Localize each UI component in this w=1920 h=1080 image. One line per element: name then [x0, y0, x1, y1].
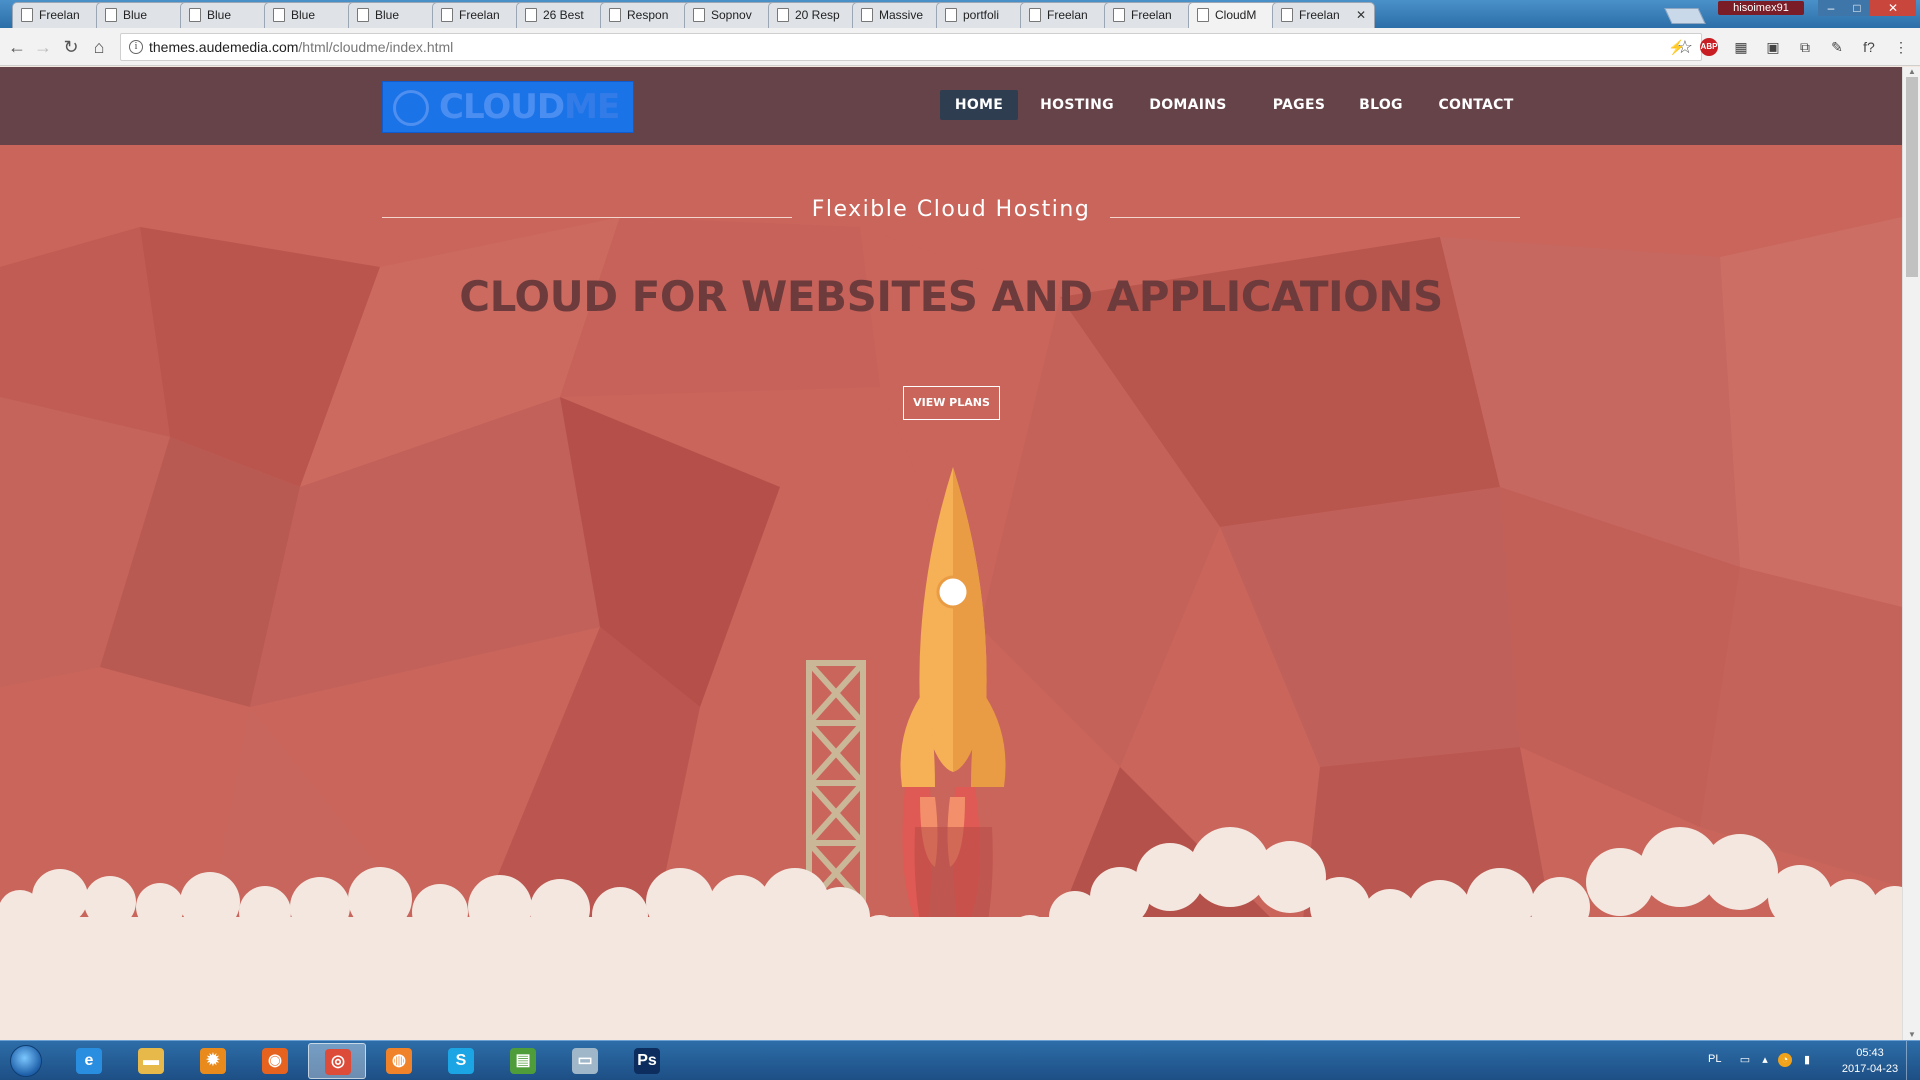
tab-title: Blue [123, 8, 148, 22]
taskbar-app[interactable]: ▬ [122, 1043, 180, 1079]
tab-title: Massive [879, 8, 924, 22]
rocket-body [900, 467, 1006, 787]
camera-extension-icon[interactable]: ▣ [1764, 38, 1782, 56]
tab-title: Blue [375, 8, 400, 22]
window-minimize-button[interactable]: – [1818, 0, 1844, 16]
clock[interactable]: 05:43 2017-04-23 [1830, 1045, 1910, 1077]
page-favicon-icon [1113, 8, 1125, 22]
window-maximize-button[interactable]: □ [1844, 0, 1870, 16]
back-button[interactable]: ← [6, 36, 28, 58]
taskbar-app[interactable]: ◎ [308, 1043, 366, 1079]
page-favicon-icon [693, 8, 705, 22]
chrome-icon: ◎ [325, 1049, 351, 1075]
file-explorer-icon: ▬ [138, 1048, 164, 1074]
adblock-icon[interactable]: ABP [1700, 38, 1718, 56]
chart-app-icon: ▤ [510, 1048, 536, 1074]
tab-title: Freelan [459, 8, 500, 22]
taskbar-app[interactable]: e [60, 1043, 118, 1079]
taskbar-app[interactable]: ◉ [246, 1043, 304, 1079]
internet-explorer-icon: e [76, 1048, 102, 1074]
page-favicon-icon [1029, 8, 1041, 22]
grid-extension-icon[interactable]: ▦ [1732, 38, 1750, 56]
url-path: /html/cloudme/index.html [298, 39, 454, 55]
page-favicon-icon [945, 8, 957, 22]
keyboard-icon[interactable]: ▭ [1738, 1053, 1752, 1067]
pen-extension-icon[interactable]: ✎ [1828, 38, 1846, 56]
taskbar-app[interactable]: ✹ [184, 1043, 242, 1079]
skype-icon: S [448, 1048, 474, 1074]
tab-title: Sopnov [711, 8, 752, 22]
settings-gear-app-icon: ✹ [200, 1048, 226, 1074]
windows-taskbar: e ▬ ✹ ◉ ◎ ◍ S ▤ ▭ Ps PL ▭ ▴ ◔ ▮ 05:43 2017-04-23 [0, 1040, 1920, 1080]
tab-title: 20 Resp [795, 8, 840, 22]
browser-profile-badge[interactable]: hisoimex91 [1718, 1, 1804, 15]
notes-app-icon: ▭ [572, 1048, 598, 1074]
tab-title: Blue [291, 8, 316, 22]
browser-tab[interactable]: Freelan ✕ [1272, 2, 1375, 28]
browser-toolbar: ← → ↻ ⌂ i themes.audemedia.com/html/clou… [0, 28, 1920, 66]
show-desktop-button[interactable] [1906, 1041, 1920, 1080]
tab-title: Respon [627, 8, 669, 22]
network-signal-icon[interactable]: ▮ [1800, 1053, 1814, 1067]
tab-title: Freelan [1047, 8, 1088, 22]
tab-title: portfoli [963, 8, 1000, 22]
page-favicon-icon [273, 8, 285, 22]
start-button[interactable] [4, 1043, 48, 1079]
page-favicon-icon [525, 8, 537, 22]
windows-start-orb-icon [10, 1045, 42, 1077]
tab-title: 26 Best [543, 8, 584, 22]
scrollbar-thumb[interactable] [1906, 77, 1918, 277]
bolt-icon[interactable]: ⚡ [1668, 38, 1686, 56]
tab-title: Freelan [1131, 8, 1172, 22]
update-icon[interactable]: ◔ [1778, 1053, 1792, 1067]
scroll-down-arrow-icon[interactable]: ▼ [1903, 1030, 1920, 1040]
tab-title: Freelan [39, 8, 80, 22]
page-favicon-icon [357, 8, 369, 22]
home-button[interactable]: ⌂ [88, 36, 110, 58]
tab-title: CloudM [1215, 8, 1257, 22]
browser-tab-strip: Freelan✕Blue✕Blue✕Blue✕Blue✕Freelan✕26 B… [0, 0, 1920, 28]
page-favicon-icon [1197, 8, 1209, 22]
taskbar-app[interactable]: S [432, 1043, 490, 1079]
reload-button[interactable]: ↻ [60, 36, 82, 58]
page-favicon-icon [189, 8, 201, 22]
page-favicon-icon [777, 8, 789, 22]
language-indicator[interactable]: PL [1708, 1053, 1721, 1065]
site-info-icon[interactable]: i [129, 40, 143, 54]
blender-icon: ◍ [386, 1048, 412, 1074]
page-favicon-icon [105, 8, 117, 22]
clock-date: 2017-04-23 [1841, 1063, 1899, 1075]
address-bar[interactable]: i themes.audemedia.com/html/cloudme/inde… [120, 33, 1702, 61]
taskbar-app[interactable]: ▭ [556, 1043, 614, 1079]
page-scrollbar[interactable]: ▲ ▼ [1902, 67, 1920, 1040]
page-favicon-icon [21, 8, 33, 22]
page-favicon-icon [609, 8, 621, 22]
page-favicon-icon [1281, 8, 1293, 22]
web-page: CLOUDME HOME HOSTING DOMAINS PAGES BLOG CONTA… [0, 67, 1902, 1040]
tab-title: Freelan [1299, 8, 1340, 22]
tab-title: Blue [207, 8, 232, 22]
taskbar-app[interactable]: Ps [618, 1043, 676, 1079]
photoshop-icon: Ps [634, 1048, 660, 1074]
new-tab-button[interactable] [1664, 8, 1706, 24]
function-extension-icon[interactable]: f? [1860, 38, 1878, 56]
scroll-up-arrow-icon[interactable]: ▲ [1903, 67, 1920, 77]
menu-kebab-icon[interactable]: ⋮ [1892, 38, 1910, 56]
page-favicon-icon [861, 8, 873, 22]
tray-expand-icon[interactable]: ▴ [1758, 1053, 1772, 1067]
page-favicon-icon [441, 8, 453, 22]
forward-button[interactable]: → [32, 36, 54, 58]
taskbar-app[interactable]: ◍ [370, 1043, 428, 1079]
firefox-icon: ◉ [262, 1048, 288, 1074]
window-close-button[interactable]: ✕ [1870, 0, 1916, 16]
rocket-launch-illustration [0, 467, 1902, 1040]
clock-time: 05:43 [1856, 1047, 1884, 1059]
taskbar-app[interactable]: ▤ [494, 1043, 552, 1079]
url-host: themes.audemedia.com [149, 39, 299, 55]
puzzle-extension-icon[interactable]: ⧉ [1796, 38, 1814, 56]
tab-close-icon[interactable]: ✕ [1356, 3, 1366, 27]
